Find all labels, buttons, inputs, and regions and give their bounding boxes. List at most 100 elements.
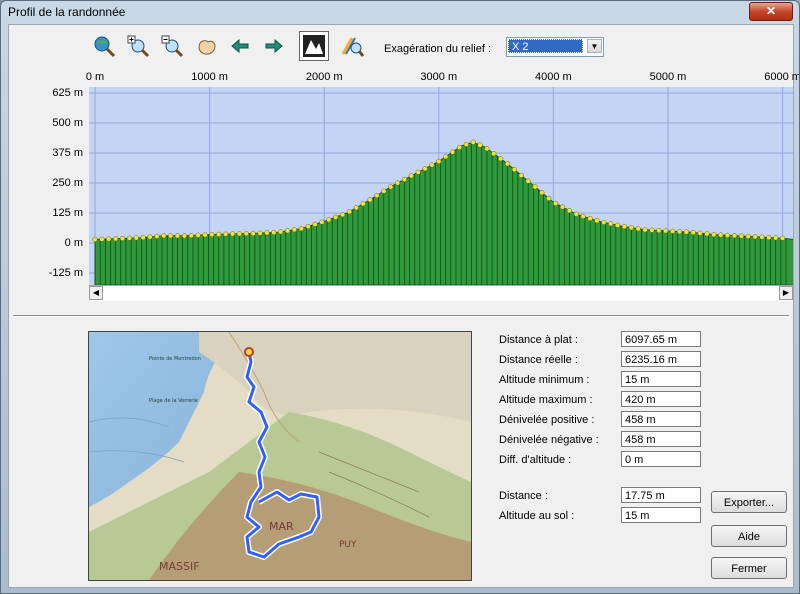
profile-point[interactable]: [174, 233, 181, 239]
profile-point[interactable]: [436, 158, 442, 164]
profile-point[interactable]: [243, 231, 249, 237]
profile-point[interactable]: [298, 226, 304, 232]
profile-point[interactable]: [367, 197, 373, 203]
profile-point[interactable]: [415, 169, 421, 175]
profile-point[interactable]: [271, 229, 277, 235]
zoom-in-icon[interactable]: [123, 31, 153, 61]
profile-point[interactable]: [326, 217, 332, 223]
profile-point[interactable]: [628, 225, 634, 231]
profile-point[interactable]: [388, 184, 394, 190]
profile-point[interactable]: [401, 176, 407, 182]
profile-point[interactable]: [560, 204, 566, 210]
profile-point[interactable]: [505, 161, 511, 167]
profile-point[interactable]: [140, 234, 146, 241]
profile-point[interactable]: [539, 190, 545, 196]
profile-point[interactable]: [690, 229, 696, 235]
profile-point[interactable]: [188, 233, 194, 239]
profile-point[interactable]: [449, 149, 456, 155]
scroll-right-button[interactable]: ▶: [779, 286, 793, 300]
profile-point[interactable]: [635, 226, 641, 232]
profile-point[interactable]: [752, 234, 758, 240]
profile-point[interactable]: [608, 221, 614, 227]
route-map[interactable]: Pointe de Montredon Plage de la Verrerie…: [88, 331, 472, 581]
profile-point[interactable]: [394, 180, 401, 186]
profile-point[interactable]: [106, 236, 112, 242]
profile-point[interactable]: [99, 236, 105, 242]
profile-point[interactable]: [161, 233, 167, 239]
profile-point[interactable]: [766, 234, 772, 241]
zoom-extent-icon[interactable]: [89, 31, 119, 61]
profile-point[interactable]: [484, 146, 490, 152]
profile-point[interactable]: [649, 227, 655, 233]
profile-point[interactable]: [284, 228, 291, 234]
profile-point[interactable]: [429, 162, 435, 168]
profile-point[interactable]: [278, 229, 284, 235]
back-arrow-icon[interactable]: [225, 31, 255, 61]
profile-point[interactable]: [773, 235, 779, 241]
profile-point[interactable]: [92, 236, 98, 242]
profile-point[interactable]: [656, 227, 662, 234]
profile-point[interactable]: [670, 228, 676, 234]
profile-point[interactable]: [250, 230, 256, 236]
profile-point[interactable]: [319, 219, 325, 225]
profile-point[interactable]: [525, 178, 531, 184]
profile-point[interactable]: [546, 195, 552, 201]
profile-point[interactable]: [257, 230, 263, 236]
profile-point[interactable]: [333, 214, 339, 220]
profile-point[interactable]: [381, 188, 387, 194]
profile-point[interactable]: [470, 139, 476, 145]
profile-point[interactable]: [725, 232, 731, 238]
profile-point[interactable]: [642, 227, 648, 233]
profile-point[interactable]: [518, 172, 524, 178]
profile-point[interactable]: [718, 232, 724, 238]
profile-point[interactable]: [745, 233, 751, 239]
profile-point[interactable]: [291, 227, 297, 233]
profile-point[interactable]: [511, 167, 517, 173]
zoom-out-icon[interactable]: [157, 31, 187, 61]
profile-point[interactable]: [181, 233, 187, 239]
profile-point[interactable]: [621, 224, 627, 230]
profile-point[interactable]: [236, 231, 242, 237]
forward-arrow-icon[interactable]: [259, 31, 289, 61]
profile-point[interactable]: [676, 229, 682, 235]
profile-point[interactable]: [731, 233, 738, 239]
profile-point[interactable]: [422, 166, 428, 172]
profile-point[interactable]: [168, 233, 174, 239]
scroll-left-button[interactable]: ◀: [89, 286, 103, 300]
profile-point[interactable]: [126, 235, 132, 241]
profile-point[interactable]: [360, 201, 366, 207]
profile-point[interactable]: [759, 234, 765, 240]
profile-point[interactable]: [532, 184, 538, 190]
profile-point[interactable]: [312, 221, 318, 227]
profile-point[interactable]: [223, 231, 229, 237]
profile-point[interactable]: [408, 173, 414, 179]
close-window-button[interactable]: ✕: [749, 2, 793, 21]
measure-icon[interactable]: [337, 31, 367, 61]
profile-point[interactable]: [498, 156, 504, 162]
profile-point[interactable]: [216, 231, 222, 237]
profile-point[interactable]: [339, 212, 346, 218]
profile-point[interactable]: [456, 144, 462, 150]
relief-exaggeration-select[interactable]: X 2 ▼: [506, 37, 604, 57]
profile-point[interactable]: [264, 230, 270, 236]
profile-point[interactable]: [477, 142, 483, 148]
profile-point[interactable]: [601, 219, 607, 225]
profile-point[interactable]: [683, 229, 689, 235]
profile-point[interactable]: [154, 233, 160, 239]
profile-point[interactable]: [594, 218, 600, 224]
profile-point[interactable]: [195, 232, 201, 238]
profile-point[interactable]: [573, 211, 579, 217]
close-button[interactable]: Fermer: [711, 557, 787, 579]
chevron-down-icon[interactable]: ▼: [587, 39, 602, 53]
profile-point[interactable]: [374, 192, 380, 199]
profile-point[interactable]: [663, 228, 669, 234]
profile-point[interactable]: [704, 231, 710, 237]
profile-point[interactable]: [202, 232, 208, 238]
profile-point[interactable]: [229, 231, 236, 237]
profile-point[interactable]: [697, 230, 703, 236]
relief-profile-icon[interactable]: [299, 31, 329, 61]
help-button[interactable]: Aide: [711, 525, 787, 547]
profile-point[interactable]: [463, 141, 469, 147]
profile-point[interactable]: [553, 200, 559, 206]
profile-point[interactable]: [443, 154, 449, 160]
